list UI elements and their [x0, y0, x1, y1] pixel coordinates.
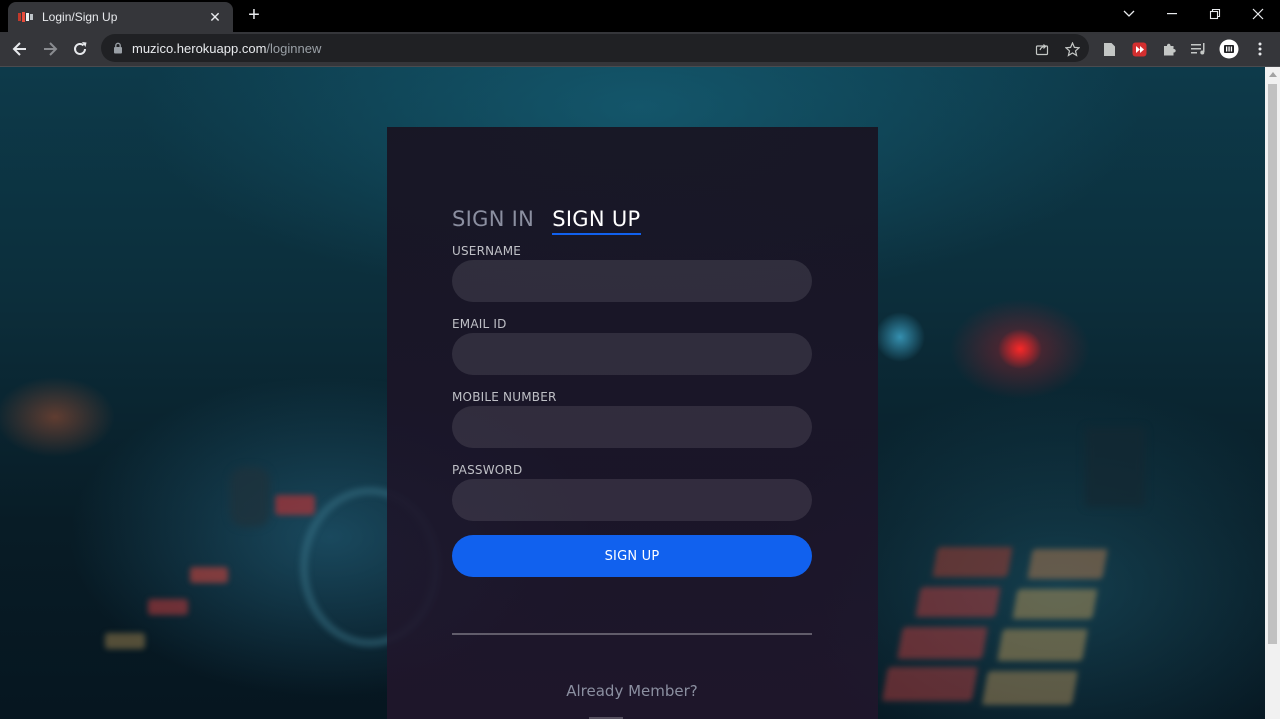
- url-host: muzico.herokuapp.com: [132, 40, 267, 56]
- minimize-icon: [1167, 13, 1177, 15]
- forward-button[interactable]: [38, 37, 62, 61]
- username-label: USERNAME: [452, 244, 522, 258]
- address-bar[interactable]: muzico.herokuapp.com /loginnew: [101, 34, 1089, 62]
- tab-close-icon[interactable]: ✕: [207, 9, 223, 25]
- restore-icon: [1209, 8, 1221, 20]
- background-decoration: [932, 547, 1013, 577]
- background-decoration: [148, 599, 188, 615]
- arrow-right-icon: [44, 42, 58, 56]
- new-tab-button[interactable]: +: [243, 5, 265, 27]
- profile-button[interactable]: [1219, 39, 1239, 59]
- lock-icon: [114, 42, 122, 54]
- scrollbar-thumb[interactable]: [1268, 84, 1277, 644]
- background-decoration: [997, 629, 1088, 661]
- close-window-button[interactable]: [1238, 0, 1278, 28]
- background-decoration: [1027, 549, 1108, 579]
- share-icon: [1035, 44, 1049, 56]
- background-decoration: [882, 667, 978, 701]
- extension-red-button[interactable]: [1129, 39, 1149, 59]
- email-input[interactable]: [452, 333, 812, 375]
- caret-up-icon: [1268, 72, 1277, 77]
- background-decoration: [190, 567, 228, 583]
- scroll-up-button[interactable]: [1265, 67, 1280, 82]
- already-member-link[interactable]: Already Member?: [452, 682, 812, 700]
- mobile-input[interactable]: [452, 406, 812, 448]
- extension-red-icon: [1132, 42, 1146, 56]
- auth-card: SIGN IN SIGN UP USERNAME EMAIL ID MOBILE…: [387, 127, 878, 719]
- arrow-left-icon: [12, 42, 26, 56]
- document-icon: [1103, 42, 1115, 56]
- auth-tabs: SIGN IN SIGN UP: [452, 207, 641, 235]
- back-button[interactable]: [8, 37, 32, 61]
- reload-button[interactable]: [68, 37, 92, 61]
- close-icon: [1252, 8, 1264, 20]
- email-label: EMAIL ID: [452, 317, 507, 331]
- tab-sign-up[interactable]: SIGN UP: [552, 207, 641, 235]
- extension-document-button[interactable]: [1099, 39, 1119, 59]
- username-input[interactable]: [452, 260, 812, 302]
- background-decoration: [275, 495, 315, 515]
- puzzle-icon: [1163, 43, 1176, 55]
- share-button[interactable]: [1032, 39, 1052, 59]
- sign-up-button[interactable]: SIGN UP: [452, 535, 812, 577]
- scrollbar[interactable]: [1265, 67, 1280, 719]
- divider: [452, 633, 812, 635]
- mobile-label: MOBILE NUMBER: [452, 390, 557, 404]
- reload-icon: [74, 42, 87, 55]
- extensions-button[interactable]: [1159, 39, 1179, 59]
- tab-title: Login/Sign Up: [42, 10, 118, 24]
- background-decoration: [982, 671, 1078, 705]
- background-decoration: [230, 467, 270, 527]
- browser-menu-button[interactable]: [1250, 39, 1270, 59]
- kebab-menu-icon: [1258, 42, 1262, 56]
- browser-toolbar: muzico.herokuapp.com /loginnew: [0, 32, 1280, 66]
- media-control-button[interactable]: [1189, 39, 1209, 59]
- bookmark-button[interactable]: [1062, 39, 1082, 59]
- page-background: SIGN IN SIGN UP USERNAME EMAIL ID MOBILE…: [0, 67, 1265, 719]
- password-input[interactable]: [452, 479, 812, 521]
- password-label: PASSWORD: [452, 463, 523, 477]
- background-decoration: [915, 587, 1001, 617]
- restore-button[interactable]: [1195, 0, 1235, 28]
- browser-tab-strip: Login/Sign Up ✕ +: [0, 0, 1280, 32]
- tab-sign-in[interactable]: SIGN IN: [452, 207, 534, 235]
- site-favicon-icon: [18, 9, 34, 25]
- url-path: /loginnew: [266, 40, 322, 56]
- star-icon: [1064, 41, 1080, 57]
- background-decoration: [897, 627, 988, 659]
- avatar-icon: [1219, 39, 1239, 59]
- background-decoration: [1012, 589, 1098, 619]
- background-decoration: [105, 633, 145, 649]
- tab-search-button[interactable]: [1109, 0, 1149, 28]
- playlist-icon: [1191, 43, 1205, 55]
- browser-tab[interactable]: Login/Sign Up ✕: [8, 2, 233, 32]
- chevron-down-icon: [1123, 10, 1135, 17]
- minimize-button[interactable]: [1152, 0, 1192, 28]
- background-decoration: [1085, 427, 1145, 507]
